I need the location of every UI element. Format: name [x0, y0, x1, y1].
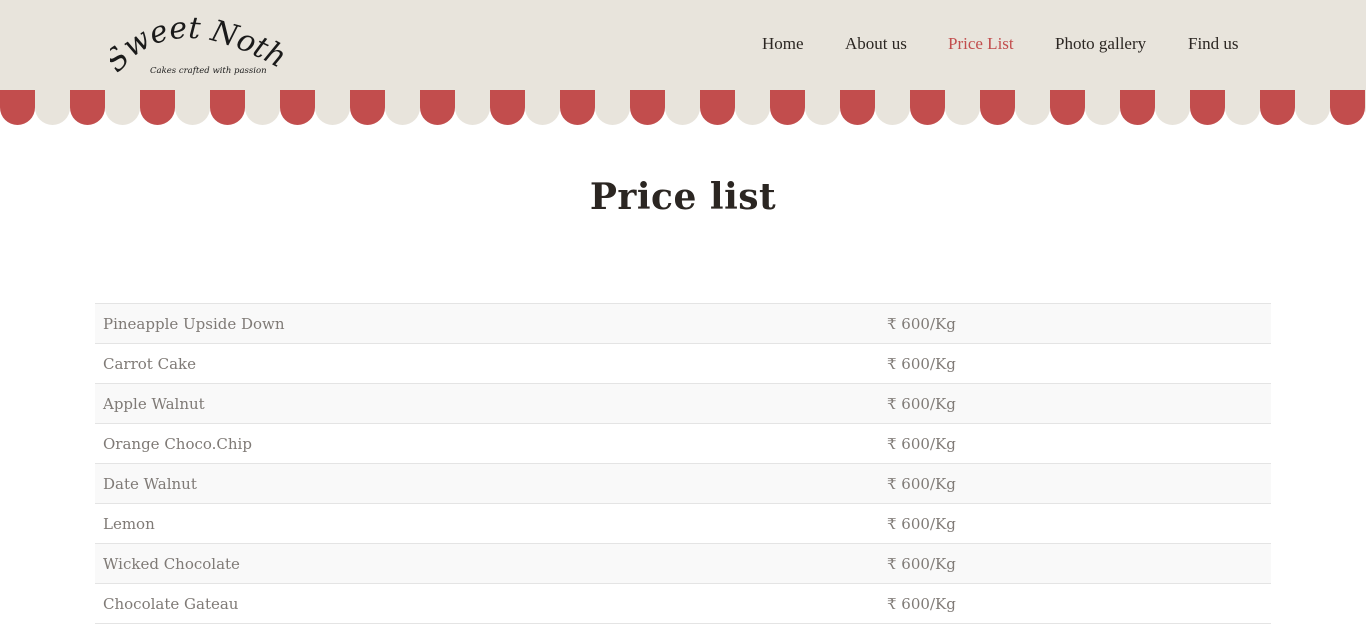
awning-red-scallop	[980, 90, 1015, 125]
cake-name: Orange Choco.Chip	[103, 434, 252, 453]
awning-red-scallop	[280, 90, 315, 125]
awning-red-scallop	[490, 90, 525, 125]
table-row: Orange Choco.Chip ₹ 600/Kg	[95, 423, 1271, 464]
awning-beige-scallop	[1225, 90, 1260, 125]
logo-tagline: Cakes crafted with passion	[150, 66, 267, 76]
awning-red-scallop	[350, 90, 385, 125]
nav-price-list[interactable]: Price List	[948, 34, 1014, 54]
awning-red-scallop	[700, 90, 735, 125]
cake-name: Lemon	[103, 514, 155, 533]
awning-beige-scallop	[735, 90, 770, 125]
awning-beige-scallop	[315, 90, 350, 125]
awning-red-scallop	[560, 90, 595, 125]
awning-red-scallop	[0, 90, 35, 125]
awning-beige-scallop	[1155, 90, 1190, 125]
awning-red-scallop	[1120, 90, 1155, 125]
awning-beige-scallop	[875, 90, 910, 125]
cake-price: ₹ 600/Kg	[887, 354, 956, 373]
awning-red-scallop	[420, 90, 455, 125]
cake-name: Pineapple Upside Down	[103, 314, 285, 333]
cake-name: Chocolate Gateau	[103, 594, 239, 613]
cake-price: ₹ 600/Kg	[887, 514, 956, 533]
nav-home[interactable]: Home	[762, 34, 804, 54]
awning-beige-scallop	[945, 90, 980, 125]
table-row: Date Walnut ₹ 600/Kg	[95, 463, 1271, 504]
table-row: Wicked Chocolate ₹ 600/Kg	[95, 543, 1271, 584]
cake-name: Carrot Cake	[103, 354, 196, 373]
awning-beige-scallop	[1295, 90, 1330, 125]
page-title: Price list	[589, 176, 777, 218]
table-row: Carrot Cake ₹ 600/Kg	[95, 343, 1271, 384]
awning-red-scallop	[630, 90, 665, 125]
awning-beige-scallop	[665, 90, 700, 125]
table-row: Chocolate Gateau ₹ 600/Kg	[95, 583, 1271, 624]
table-row: Lemon ₹ 600/Kg	[95, 503, 1271, 544]
cake-name: Apple Walnut	[103, 394, 205, 413]
cake-price: ₹ 600/Kg	[887, 314, 956, 333]
awning-beige-scallop	[455, 90, 490, 125]
site-header: Sweet Nothings Cakes crafted with passio…	[0, 0, 1366, 90]
awning-beige-scallop	[805, 90, 840, 125]
nav-photo-gallery[interactable]: Photo gallery	[1055, 34, 1146, 54]
awning-beige-scallop	[35, 90, 70, 125]
awning-red-scallop	[910, 90, 945, 125]
nav-find-us[interactable]: Find us	[1188, 34, 1239, 54]
awning-red-scallop	[210, 90, 245, 125]
awning-scallop-border	[0, 90, 1366, 128]
logo-graphic: Sweet Nothings Cakes crafted with passio…	[110, 8, 290, 79]
price-table: Pineapple Upside Down ₹ 600/Kg Carrot Ca…	[95, 303, 1271, 624]
awning-red-scallop	[1190, 90, 1225, 125]
cake-price: ₹ 600/Kg	[887, 474, 956, 493]
site-logo[interactable]: Sweet Nothings Cakes crafted with passio…	[110, 8, 290, 84]
awning-red-scallop	[1050, 90, 1085, 125]
awning-beige-scallop	[175, 90, 210, 125]
awning-beige-scallop	[1085, 90, 1120, 125]
awning-beige-scallop	[385, 90, 420, 125]
awning-red-scallop	[70, 90, 105, 125]
awning-red-scallop	[840, 90, 875, 125]
awning-beige-scallop	[595, 90, 630, 125]
cake-price: ₹ 600/Kg	[887, 594, 956, 613]
nav-about-us[interactable]: About us	[845, 34, 907, 54]
table-row: Pineapple Upside Down ₹ 600/Kg	[95, 303, 1271, 344]
cake-name: Date Walnut	[103, 474, 197, 493]
cake-price: ₹ 600/Kg	[887, 554, 956, 573]
awning-beige-scallop	[525, 90, 560, 125]
awning-beige-scallop	[1015, 90, 1050, 125]
cake-price: ₹ 600/Kg	[887, 394, 956, 413]
awning-red-scallop	[1330, 90, 1365, 125]
table-row: Apple Walnut ₹ 600/Kg	[95, 383, 1271, 424]
awning-beige-scallop	[245, 90, 280, 125]
cake-name: Wicked Chocolate	[103, 554, 240, 573]
awning-red-scallop	[1260, 90, 1295, 125]
awning-red-scallop	[770, 90, 805, 125]
awning-red-scallop	[140, 90, 175, 125]
awning-beige-scallop	[105, 90, 140, 125]
cake-price: ₹ 600/Kg	[887, 434, 956, 453]
